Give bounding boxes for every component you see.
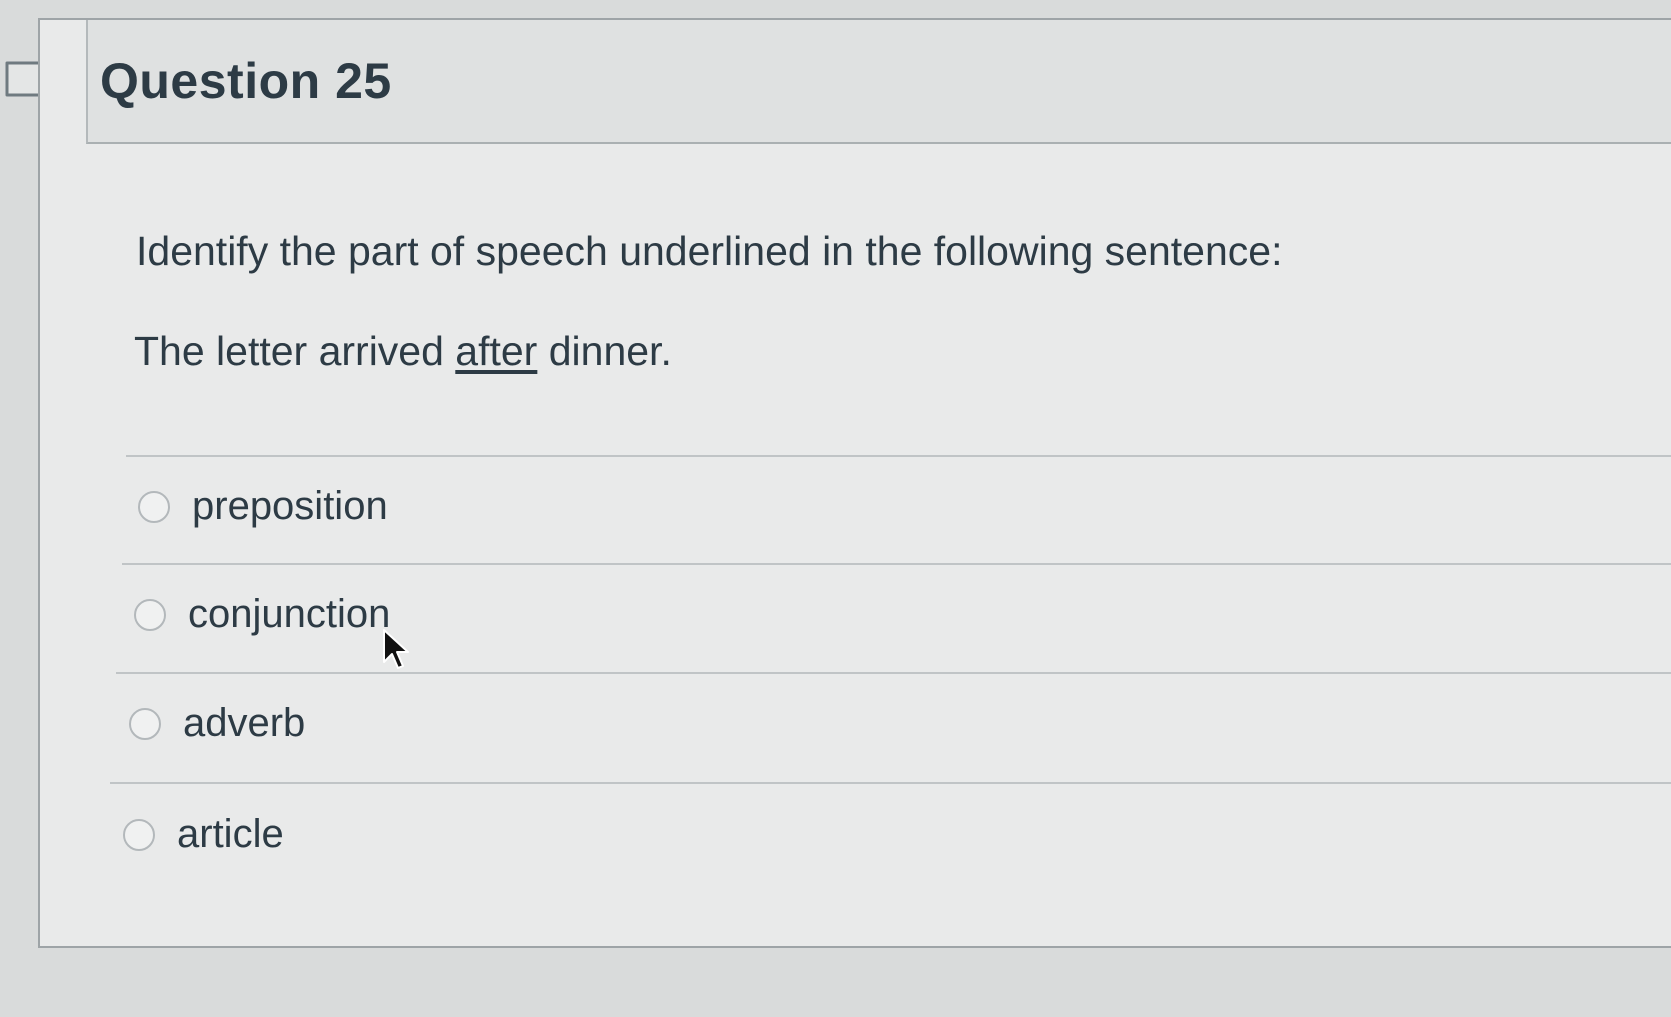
answer-label: article	[177, 812, 284, 856]
answer-option-article[interactable]: article	[123, 812, 284, 857]
answer-option-preposition[interactable]: preposition	[138, 484, 388, 529]
radio-button[interactable]	[123, 818, 155, 851]
answer-label: conjunction	[188, 592, 391, 636]
answer-option-adverb[interactable]: adverb	[129, 701, 305, 746]
underlined-word: after	[455, 328, 538, 374]
answer-divider	[126, 455, 1671, 457]
answer-label: adverb	[183, 701, 306, 745]
question-card	[38, 18, 1671, 948]
question-sentence: The letter arrived after dinner.	[134, 328, 672, 375]
answer-divider	[122, 563, 1671, 565]
answer-divider	[116, 672, 1671, 674]
question-title: Question 25	[100, 53, 392, 109]
radio-button[interactable]	[138, 490, 170, 523]
answer-divider	[110, 782, 1671, 784]
sentence-start: The letter arrived	[134, 328, 456, 374]
question-prompt: Identify the part of speech underlined i…	[136, 228, 1283, 274]
answer-option-conjunction[interactable]: conjunction	[134, 592, 390, 637]
mouse-pointer-icon	[383, 629, 409, 669]
sentence-end: dinner.	[537, 328, 672, 374]
radio-button[interactable]	[129, 707, 161, 740]
radio-button[interactable]	[134, 598, 166, 631]
answer-label: preposition	[192, 484, 388, 528]
